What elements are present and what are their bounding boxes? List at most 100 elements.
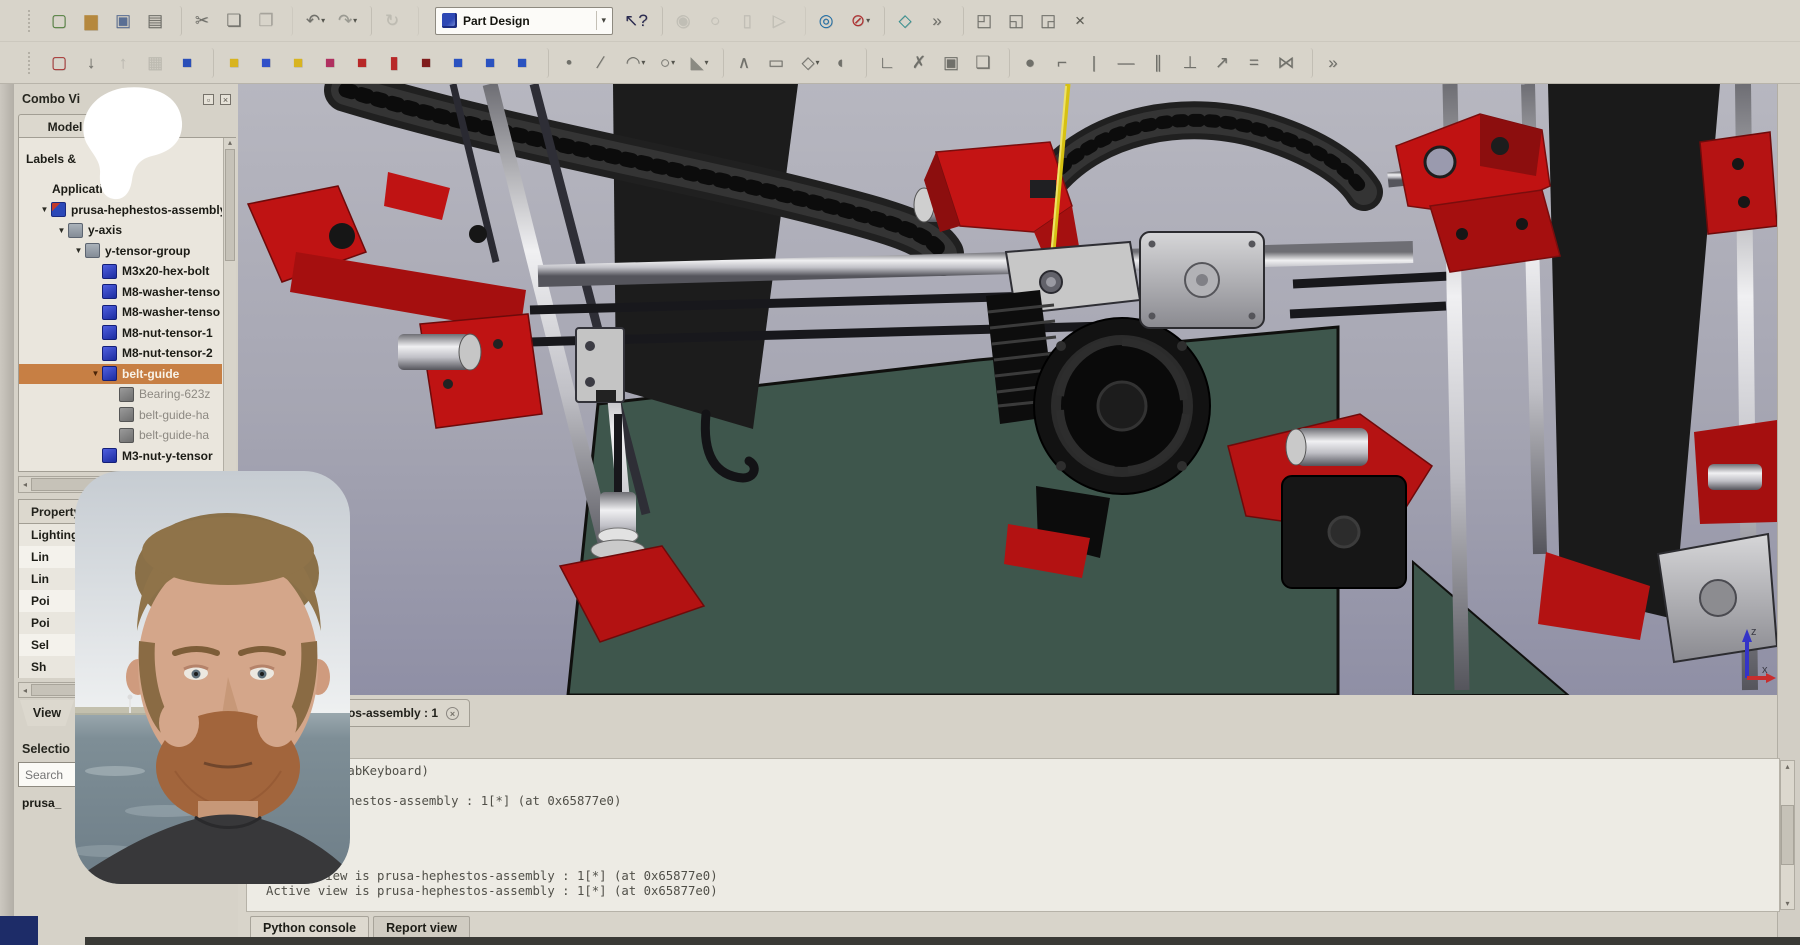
tab-close-icon[interactable]: × [446, 707, 459, 720]
boolean-common-icon[interactable]: ■ ▾ [414, 48, 443, 78]
tree-item[interactable]: ▼ Bearing-623z [19, 384, 222, 405]
undo-icon[interactable]: ↶ ▾ [301, 6, 330, 36]
tree-item[interactable]: ▼ M8-washer-tenso [19, 302, 222, 323]
part-compound-1-icon[interactable]: ■ ▾ [446, 48, 475, 78]
chevron-down-icon[interactable]: ▾ [596, 11, 610, 30]
box-selection-icon[interactable]: ◱ ▾ [1004, 6, 1033, 36]
macro-play-icon[interactable]: ▷ ▾ [767, 6, 806, 36]
delete-selection-icon[interactable]: × ▾ [1068, 6, 1097, 36]
sketch-line-icon[interactable]: ∕ ▾ [589, 48, 618, 78]
macro-edit-icon[interactable]: ▯ ▾ [735, 6, 764, 36]
sketch-external-geometry-icon[interactable]: ▣ ▾ [939, 48, 968, 78]
toolbar-overflow-2-icon[interactable]: » ▾ [1321, 48, 1350, 78]
part-groove-icon[interactable]: ■ ▾ [286, 48, 315, 78]
toolbar-drag-handle[interactable] [28, 10, 35, 32]
paste-icon[interactable]: ❐ ▾ [254, 6, 293, 36]
belt-guide-part[interactable] [576, 328, 624, 402]
material-box-icon[interactable]: ▦ ▾ [143, 48, 172, 78]
macro-record-icon[interactable]: ◉ ▾ [671, 6, 700, 36]
constraint-equal-icon[interactable]: = ▾ [1242, 48, 1271, 78]
dropdown-arrow-icon[interactable]: ▾ [321, 16, 325, 25]
constraint-horizontal-icon[interactable]: — ▾ [1114, 48, 1143, 78]
boolean-cut-icon[interactable]: ▮ ▾ [382, 48, 411, 78]
constraint-perpendicular-icon[interactable]: ⊥ ▾ [1178, 48, 1207, 78]
tree-item[interactable]: ▼ belt-guide-ha [19, 405, 222, 426]
tree-item[interactable]: ▼ M8-nut-tensor-1 [19, 323, 222, 344]
open-folder-icon[interactable]: ▆ ▾ [79, 6, 108, 36]
part-compound-3-icon[interactable]: ■ ▾ [510, 48, 549, 78]
sketch-point-icon[interactable]: • ▾ [557, 48, 586, 78]
scroll-down-icon[interactable]: ▾ [1781, 899, 1793, 908]
expand-arrow-icon[interactable]: ▼ [72, 246, 85, 255]
tree-item[interactable]: ▼ M8-nut-tensor-2 [19, 343, 222, 364]
selection-list-item[interactable]: prusa_ [22, 796, 61, 810]
isometric-view-icon[interactable]: ◇ ▾ [893, 6, 922, 36]
new-document-icon[interactable]: ▢ ▾ [47, 6, 76, 36]
export-file-icon[interactable]: ↑ ▾ [111, 48, 140, 78]
create-part-icon[interactable]: ■ ▾ [175, 48, 214, 78]
console-scrollbar[interactable]: ▴ ▾ [1780, 760, 1795, 910]
sketch-carbon-copy-icon[interactable]: ❑ ▾ [971, 48, 1010, 78]
expand-arrow-icon[interactable]: ▼ [55, 226, 68, 235]
macro-stop-icon[interactable]: ○ ▾ [703, 6, 732, 36]
zoom-fit-icon[interactable]: ◎ ▾ [814, 6, 843, 36]
dropdown-arrow-icon[interactable]: ▾ [816, 58, 820, 67]
save-icon[interactable]: ▣ ▾ [111, 6, 140, 36]
part-pad-icon[interactable]: ■ ▾ [222, 48, 251, 78]
dock-tab[interactable]: Report view [373, 916, 470, 939]
sketch-conic-icon[interactable]: ◣ ▾ [685, 48, 724, 78]
tree-item[interactable]: ▼ y-tensor-group [19, 241, 222, 262]
copy-icon[interactable]: ❏ ▾ [222, 6, 251, 36]
sketch-rectangle-icon[interactable]: ▭ ▾ [764, 48, 793, 78]
box-element-selection-icon[interactable]: ◰ ▾ [972, 6, 1001, 36]
expand-arrow-icon[interactable]: ▼ [38, 205, 51, 214]
tree-item[interactable]: ▼ y-axis [19, 220, 222, 241]
sketch-arc-icon[interactable]: ◠ ▾ [621, 48, 650, 78]
import-file-icon[interactable]: ↓ ▾ [79, 48, 108, 78]
tree-item[interactable]: ▼ belt-guide-ha [19, 425, 222, 446]
dropdown-arrow-icon[interactable]: ▾ [705, 58, 709, 67]
constraint-vertical-icon[interactable]: | ▾ [1082, 48, 1111, 78]
dock-tab[interactable]: Python console [250, 916, 369, 939]
boolean-union-icon[interactable]: ■ ▾ [350, 48, 379, 78]
print-icon[interactable]: ▤ ▾ [143, 6, 182, 36]
tree-item[interactable]: ▼ M3-nut-y-tensor [19, 446, 222, 467]
toolbar-drag-handle[interactable] [28, 52, 35, 74]
scroll-up-icon[interactable]: ▴ [1781, 762, 1793, 771]
dropdown-arrow-icon[interactable]: ▾ [671, 58, 675, 67]
3d-viewport[interactable]: z x [238, 84, 1777, 695]
constraint-tangent-icon[interactable]: ↗ ▾ [1210, 48, 1239, 78]
constraint-point-on-object-icon[interactable]: ⌐ ▾ [1050, 48, 1079, 78]
workbench-selector[interactable]: Part Design ▾ [435, 7, 613, 35]
export-document-icon[interactable]: ▢ ▾ [47, 48, 76, 78]
scroll-left-icon[interactable]: ◂ [19, 686, 31, 695]
whats-this-icon[interactable]: ↖? ▾ [624, 6, 663, 36]
tree-vertical-scrollbar[interactable]: ▴ [223, 138, 236, 471]
dock-float-icon[interactable]: ▫ [203, 94, 214, 105]
dropdown-arrow-icon[interactable]: ▾ [641, 58, 645, 67]
dropdown-arrow-icon[interactable]: ▾ [353, 16, 357, 25]
box-center-selection-icon[interactable]: ◲ ▾ [1036, 6, 1065, 36]
sketch-coordinates-icon[interactable]: ∟ ▾ [875, 48, 904, 78]
sketch-trim-icon[interactable]: ✗ ▾ [907, 48, 936, 78]
dropdown-arrow-icon[interactable]: ▾ [866, 16, 870, 25]
draw-style-icon[interactable]: ⊘ ▾ [846, 6, 885, 36]
cut-icon[interactable]: ✂ ▾ [190, 6, 219, 36]
constraint-parallel-icon[interactable]: ∥ ▾ [1146, 48, 1175, 78]
sketch-polygon-icon[interactable]: ◇ ▾ [796, 48, 825, 78]
expand-arrow-icon[interactable]: ▼ [89, 369, 102, 378]
sketch-polyline-icon[interactable]: ∧ ▾ [732, 48, 761, 78]
constraint-coincident-icon[interactable]: ● ▾ [1018, 48, 1047, 78]
tree-item[interactable]: ▼ M8-washer-tenso [19, 282, 222, 303]
scroll-left-icon[interactable]: ◂ [19, 480, 31, 489]
part-mirror-icon[interactable]: ■ ▾ [318, 48, 347, 78]
sketch-circle-icon[interactable]: ○ ▾ [653, 48, 682, 78]
refresh-icon[interactable]: ↻ ▾ [380, 6, 419, 36]
part-revolution-icon[interactable]: ■ ▾ [254, 48, 283, 78]
redo-icon[interactable]: ↷ ▾ [333, 6, 372, 36]
constraint-symmetric-icon[interactable]: ⋈ ▾ [1274, 48, 1313, 78]
tree-item[interactable]: ▼ M3x20-hex-bolt [19, 261, 222, 282]
toolbar-overflow-icon[interactable]: » ▾ [925, 6, 964, 36]
sketch-slot-icon[interactable]: ◖ ▾ [828, 48, 867, 78]
dock-close-icon[interactable]: × [220, 94, 231, 105]
